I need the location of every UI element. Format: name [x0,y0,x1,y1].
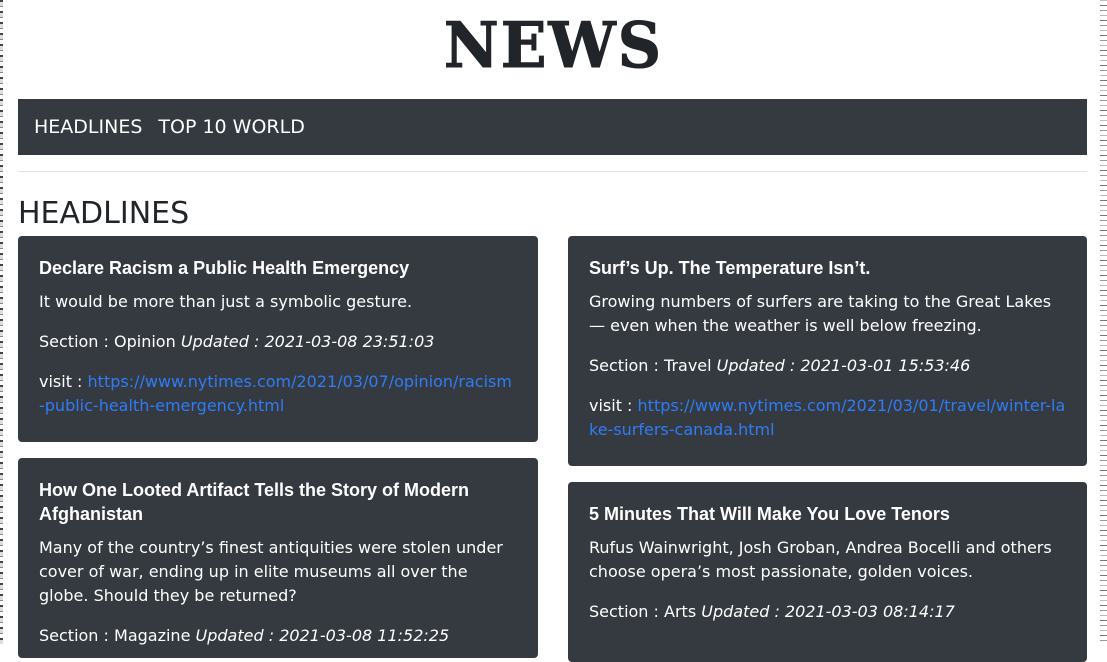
article-abstract: Growing numbers of surfers are taking to… [589,292,1052,335]
navbar: HEADLINES TOP 10 WORLD [18,99,1087,155]
article-visit: visit : https://www.nytimes.com/2021/03/… [39,370,517,418]
article-section: Travel [664,356,712,375]
article-card: Surf’s Up. The Temperature Isn’t. Growin… [568,236,1087,466]
updated-value: 2021-03-08 11:52:25 [279,626,450,645]
updated-value: 2021-03-03 08:14:17 [784,602,955,621]
article-title: How One Looted Artifact Tells the Story … [39,480,470,524]
article-abstract: It would be more than just a symbolic ge… [39,292,413,311]
updated-value: 2021-03-01 15:53:46 [800,356,971,375]
article-meta: Section : Arts Updated : 2021-03-03 08:1… [589,600,1066,624]
window-edge-left [0,0,3,644]
updated-label: Updated : [195,626,280,645]
nav-link-headlines[interactable]: HEADLINES [34,116,142,138]
article-section: Magazine [114,626,191,645]
article-updated: Updated : 2021-03-03 08:14:17 [701,602,955,621]
article-section: Opinion [114,332,176,351]
article-card: How One Looted Artifact Tells the Story … [18,458,538,658]
article-card: Declare Racism a Public Health Emergency… [18,236,538,442]
article-updated: Updated : 2021-03-08 23:51:03 [181,332,435,351]
visit-label: visit : [39,372,88,391]
section-label: Section : [589,356,665,375]
article-card: 5 Minutes That Will Make You Love Tenors… [568,482,1087,662]
site-logo: NEWS [443,9,664,83]
article-title: Surf’s Up. The Temperature Isn’t. [589,258,871,278]
section-label: Section : [589,602,665,621]
nav-link-top-10-world[interactable]: TOP 10 WORLD [158,116,304,138]
updated-label: Updated : [180,332,265,351]
article-updated: Updated : 2021-03-01 15:53:46 [717,356,971,375]
article-abstract: Many of the country’s finest antiquities… [39,538,503,605]
article-title: 5 Minutes That Will Make You Love Tenors [589,504,950,524]
updated-value: 2021-03-08 23:51:03 [264,332,435,351]
article-updated: Updated : 2021-03-08 11:52:25 [196,626,450,645]
section-label: Section : [39,332,115,351]
article-meta: Section : Magazine Updated : 2021-03-08 … [39,624,517,648]
article-link[interactable]: https://www.nytimes.com/2021/03/07/opini… [39,372,512,415]
article-meta: Section : Travel Updated : 2021-03-01 15… [589,354,1066,378]
visit-label: visit : [589,396,638,415]
article-abstract: Rufus Wainwright, Josh Groban, Andrea Bo… [589,538,1052,581]
section-label: Section : [39,626,115,645]
article-meta: Section : Opinion Updated : 2021-03-08 2… [39,330,517,354]
article-visit: visit : https://www.nytimes.com/2021/03/… [589,394,1066,442]
article-section: Arts [664,602,697,621]
page-title: HEADLINES [18,196,190,231]
article-title: Declare Racism a Public Health Emergency [39,258,410,278]
window-edge-right [1100,0,1107,644]
divider [18,171,1087,172]
updated-label: Updated : [701,602,785,621]
updated-label: Updated : [716,356,801,375]
article-link[interactable]: https://www.nytimes.com/2021/03/01/trave… [589,396,1065,439]
